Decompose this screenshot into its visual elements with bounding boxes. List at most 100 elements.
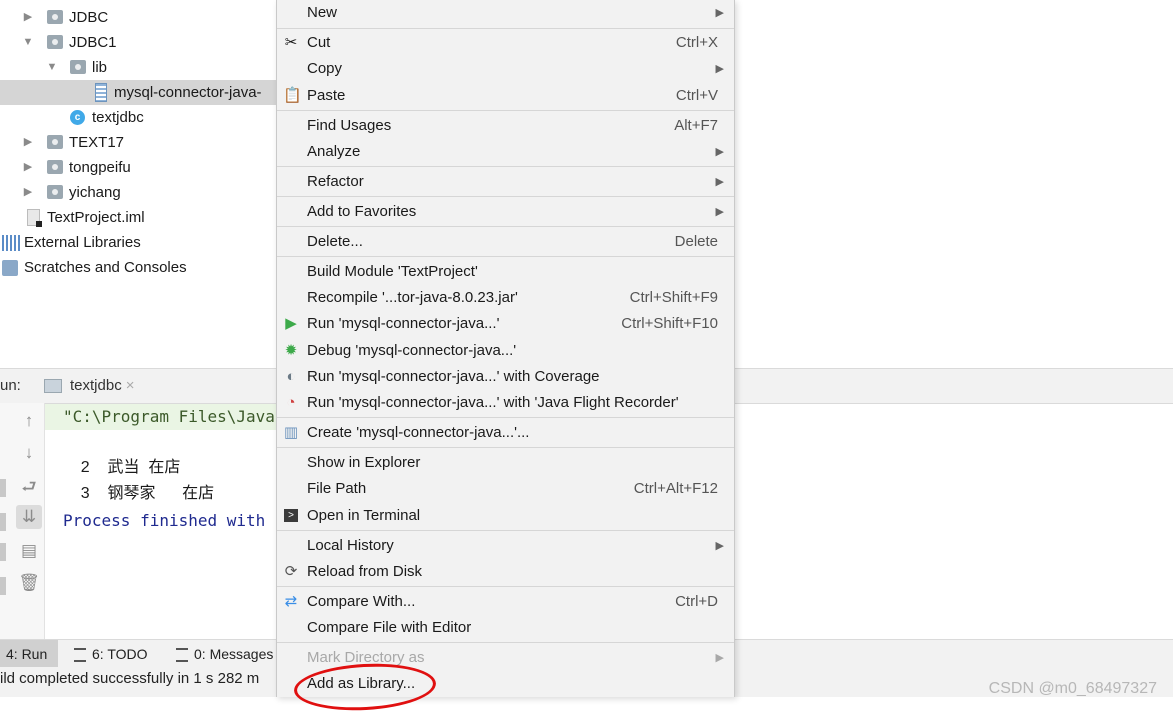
run-side-toolbar: ↑ ↓ ⮐ ⇊ ▤ 🗑 xyxy=(0,403,45,639)
close-tab-icon[interactable]: × xyxy=(126,377,135,394)
scroll-to-end-icon[interactable]: ⇊ xyxy=(16,505,42,529)
console-output[interactable]: "C:\Program Files\Java 2 武当 在店 3 钢琴家 在店 … xyxy=(45,403,276,639)
menu-item-create-run-config[interactable]: ▥ Create 'mysql-connector-java...'... xyxy=(277,420,734,446)
menu-separator xyxy=(277,256,734,257)
submenu-arrow-icon: ▶ xyxy=(715,540,724,552)
tree-item-textproject-iml[interactable]: TextProject.iml xyxy=(0,205,276,230)
menu-item-label: Analyze xyxy=(307,143,361,160)
tree-item-label: TextProject.iml xyxy=(47,209,145,226)
page-bottom xyxy=(0,697,1173,709)
submenu-arrow-icon: ▶ xyxy=(715,176,724,188)
tree-item-label: yichang xyxy=(69,184,121,201)
tree-item-label: lib xyxy=(92,59,108,76)
tree-item-lib[interactable]: ▼ lib xyxy=(0,55,276,80)
menu-item-shortcut: Ctrl+V xyxy=(675,87,718,104)
side-strip xyxy=(0,479,6,497)
menu-item-file-path[interactable]: File Path Ctrl+Alt+F12 xyxy=(277,476,734,502)
menu-item-refactor[interactable]: Refactor ▶ xyxy=(277,169,734,195)
expand-arrow-icon[interactable]: ▶ xyxy=(22,155,34,180)
menu-item-label: Create 'mysql-connector-java...'... xyxy=(307,424,530,441)
menu-item-label: New xyxy=(307,4,338,21)
tab-messages[interactable]: 0: Messages xyxy=(176,640,273,668)
reload-icon: ⟳ xyxy=(284,563,298,580)
menu-item-run[interactable]: ▶ Run 'mysql-connector-java...' Ctrl+Shift… xyxy=(277,311,734,337)
menu-item-paste[interactable]: 📋 Paste Ctrl+V xyxy=(277,83,734,109)
tab-todo[interactable]: 6: TODO xyxy=(74,640,148,668)
tree-item-label: tongpeifu xyxy=(69,159,131,176)
menu-separator xyxy=(277,196,734,197)
print-icon[interactable]: ▤ xyxy=(16,539,42,563)
menu-item-analyze[interactable]: Analyze ▶ xyxy=(277,139,734,165)
expand-arrow-icon[interactable]: ▶ xyxy=(22,180,34,205)
menu-separator xyxy=(277,417,734,418)
menu-item-shortcut: Ctrl+Alt+F12 xyxy=(633,480,718,497)
tree-item-scratches[interactable]: Scratches and Consoles xyxy=(0,255,276,280)
arrow-up-icon[interactable]: ↑ xyxy=(16,409,42,433)
collapse-arrow-icon[interactable]: ▼ xyxy=(22,30,34,55)
tab-run-label: 4: Run xyxy=(6,646,48,662)
menu-item-label: Compare File with Editor xyxy=(307,619,472,636)
expand-arrow-icon[interactable]: ▶ xyxy=(22,130,34,155)
menu-separator xyxy=(277,642,734,643)
menu-item-delete[interactable]: Delete... Delete xyxy=(277,229,734,255)
menu-item-cut[interactable]: ✂ Cut Ctrl+X xyxy=(277,30,734,56)
menu-item-copy[interactable]: Copy ▶ xyxy=(277,56,734,82)
menu-item-run-with-coverage[interactable]: ◐ Run 'mysql-connector-java...' with Cove… xyxy=(277,364,734,390)
menu-item-label: Delete... xyxy=(307,233,363,250)
soft-wrap-icon[interactable]: ⮐ xyxy=(16,475,42,499)
submenu-arrow-icon: ▶ xyxy=(715,7,724,19)
expand-arrow-icon[interactable]: ▶ xyxy=(22,5,34,30)
tree-item-label: textjdbc xyxy=(92,109,144,126)
collapse-arrow-icon[interactable]: ▼ xyxy=(46,55,58,80)
coverage-icon: ◐ xyxy=(286,368,296,385)
tree-item-textjdbc[interactable]: c textjdbc xyxy=(0,105,276,130)
menu-item-find-usages[interactable]: Find Usages Alt+F7 xyxy=(277,113,734,139)
tree-item-yichang[interactable]: ▶ yichang xyxy=(0,180,276,205)
menu-item-new[interactable]: New ▶ xyxy=(277,0,734,26)
menu-item-open-in-terminal[interactable]: > Open in Terminal xyxy=(277,503,734,529)
menu-item-show-in-explorer[interactable]: Show in Explorer xyxy=(277,450,734,476)
menu-item-label: Local History xyxy=(307,537,394,554)
menu-item-shortcut: Ctrl+Shift+F9 xyxy=(629,289,718,306)
menu-item-label: Refactor xyxy=(307,173,364,190)
tab-run[interactable]: 4: Run xyxy=(0,640,58,668)
tree-item-label: mysql-connector-java- xyxy=(114,84,262,101)
tree-item-jdbc[interactable]: ▶ JDBC xyxy=(0,5,276,30)
tree-item-text17[interactable]: ▶ TEXT17 xyxy=(0,130,276,155)
menu-item-add-to-favorites[interactable]: Add to Favorites ▶ xyxy=(277,199,734,225)
menu-item-build-module[interactable]: Build Module 'TextProject' xyxy=(277,259,734,285)
tree-item-jdbc1[interactable]: ▼ JDBC1 xyxy=(0,30,276,55)
menu-item-label: Run 'mysql-connector-java...' xyxy=(307,315,500,332)
menu-separator xyxy=(277,226,734,227)
menu-item-compare-file-with-editor[interactable]: Compare File with Editor xyxy=(277,615,734,641)
clipboard-icon: 📋 xyxy=(283,87,302,104)
project-tree: ▶ JDBC ▼ JDBC1 ▼ lib mysql-connector-jav… xyxy=(0,0,276,368)
tree-item-external-libraries[interactable]: External Libraries xyxy=(0,230,276,255)
menu-item-recompile[interactable]: Recompile '...tor-java-8.0.23.jar' Ctrl+S… xyxy=(277,285,734,311)
menu-separator xyxy=(277,28,734,29)
menu-item-debug[interactable]: ✹ Debug 'mysql-connector-java...' xyxy=(277,338,734,364)
trash-icon[interactable]: 🗑 xyxy=(16,571,42,595)
menu-item-label: Build Module 'TextProject' xyxy=(307,263,478,280)
tree-item-tongpeifu[interactable]: ▶ tongpeifu xyxy=(0,155,276,180)
menu-item-label: Reload from Disk xyxy=(307,563,423,580)
jar-icon: ▥ xyxy=(283,424,299,441)
tree-item-mysql-connector-jar[interactable]: mysql-connector-java- xyxy=(0,80,276,105)
run-tab-label: textjdbc xyxy=(70,377,122,394)
menu-item-run-flight-recorder[interactable]: ◔ Run 'mysql-connector-java...' with 'Jav… xyxy=(277,390,734,416)
flight-recorder-icon: ◔ xyxy=(286,394,296,411)
console-row: 2 武当 在店 xyxy=(63,429,181,476)
console-tab-icon xyxy=(44,379,62,394)
menu-item-label: Show in Explorer xyxy=(307,454,421,471)
run-tab-textjdbc[interactable]: textjdbc × xyxy=(38,369,140,403)
menu-separator xyxy=(277,166,734,167)
arrow-down-icon[interactable]: ↓ xyxy=(16,441,42,465)
menu-item-local-history[interactable]: Local History ▶ xyxy=(277,533,734,559)
tab-messages-label: 0: Messages xyxy=(194,646,274,662)
menu-item-label: Debug 'mysql-connector-java...' xyxy=(307,342,517,359)
menu-item-compare-with[interactable]: ⇄ Compare With... Ctrl+D xyxy=(277,589,734,615)
menu-item-reload-from-disk[interactable]: ⟳ Reload from Disk xyxy=(277,559,734,585)
side-strip xyxy=(0,577,6,595)
side-strip xyxy=(0,543,6,561)
menu-item-shortcut: Ctrl+Shift+F10 xyxy=(621,315,718,332)
